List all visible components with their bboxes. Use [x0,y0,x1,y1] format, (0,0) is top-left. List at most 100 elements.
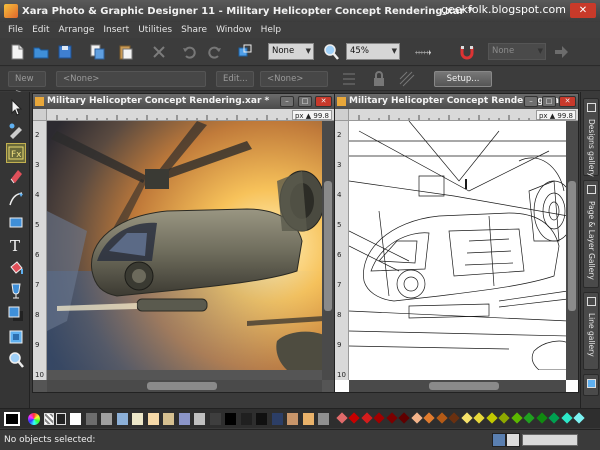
style-option-button-2[interactable] [370,70,388,88]
color-swatch[interactable] [318,413,329,425]
color-picker-icon[interactable] [28,413,40,425]
color-swatch[interactable] [163,413,174,425]
snap-status-icon[interactable] [492,433,506,447]
document-maximize-button[interactable]: □ [298,96,312,107]
render-canvas[interactable] [47,121,322,380]
shadow-tool[interactable] [7,305,25,323]
no-color-swatch[interactable] [44,413,54,425]
color-swatch[interactable] [548,412,560,424]
scroll-thumb[interactable] [568,181,576,311]
menu-help[interactable]: Help [261,25,282,35]
new-item-button[interactable]: New > [8,71,46,98]
pen-tool[interactable] [7,190,25,208]
designs-gallery-tab[interactable]: Designs gallery [583,98,599,177]
color-swatch[interactable] [435,412,448,424]
rectangle-tool[interactable] [7,213,25,231]
zoom-tool[interactable] [7,351,25,369]
color-swatch[interactable] [85,413,97,425]
document-minimize-button[interactable]: – [280,96,294,107]
paste-button[interactable] [116,43,134,61]
edit-style-button[interactable]: Edit... [216,71,254,87]
black-outline-swatch[interactable] [56,413,66,425]
document-close-button[interactable]: ✕ [315,96,332,107]
color-swatch[interactable] [385,412,398,424]
delete-button[interactable] [150,43,168,61]
new-document-button[interactable] [8,43,26,61]
transform-button[interactable] [236,43,254,61]
vertical-ruler[interactable]: 2 3 4 5 6 7 8 9 10 [335,121,349,380]
style-option-button-3[interactable] [398,70,416,88]
vertical-ruler[interactable]: 2 3 4 5 6 7 8 9 10 [33,121,47,380]
color-swatch[interactable] [510,412,523,424]
scroll-thumb[interactable] [147,382,217,390]
color-swatch[interactable] [460,412,473,424]
color-swatch[interactable] [423,412,435,424]
color-swatch[interactable] [287,413,298,425]
color-swatch[interactable] [70,413,81,425]
color-swatch[interactable] [373,412,385,424]
color-swatch[interactable] [485,412,498,424]
document-maximize-button[interactable]: □ [542,96,556,107]
color-swatch[interactable] [240,413,252,425]
save-button[interactable] [56,43,74,61]
color-swatch[interactable] [473,412,485,424]
menu-utilities[interactable]: Utilities [138,25,172,35]
fill-tool[interactable] [7,259,25,277]
color-swatch[interactable] [225,413,236,425]
open-button[interactable] [32,43,50,61]
menu-edit[interactable]: Edit [32,25,49,35]
horizontal-scrollbar[interactable] [47,380,322,392]
color-swatch[interactable] [271,413,283,425]
zoom-tool-button[interactable] [322,43,340,61]
wireframe-canvas[interactable] [349,121,566,380]
style-option-button-1[interactable] [340,70,358,88]
horizontal-ruler[interactable] [47,109,334,121]
menu-insert[interactable]: Insert [103,25,129,35]
color-swatch[interactable] [335,412,348,424]
current-fill-swatch[interactable] [4,412,20,426]
zoom-select[interactable]: 45% ▼ [346,43,400,60]
scroll-thumb[interactable] [429,382,499,390]
menu-window[interactable]: Window [216,25,252,35]
photo-tool[interactable]: Fx [6,143,26,163]
color-swatch[interactable] [498,412,510,424]
line-gallery-tab[interactable]: Line gallery [583,292,599,370]
color-swatch[interactable] [410,412,423,424]
vertical-scrollbar[interactable] [566,121,578,380]
color-swatch[interactable] [256,413,267,425]
page-layer-gallery-tab[interactable]: Page & Layer Gallery [583,180,599,288]
color-swatch[interactable] [560,412,573,424]
selector-tool[interactable] [7,98,25,116]
text-tool[interactable]: T [7,236,25,255]
color-swatch[interactable] [360,412,373,424]
color-swatch[interactable] [535,412,548,424]
color-swatch[interactable] [101,413,112,425]
snap-magnet-button[interactable] [458,43,476,61]
document-close-button[interactable]: ✕ [559,96,576,107]
color-swatch[interactable] [398,412,410,424]
undo-button[interactable] [180,43,198,61]
color-swatch[interactable] [573,412,585,424]
menu-share[interactable]: Share [181,25,207,35]
menu-file[interactable]: File [8,25,23,35]
color-swatch[interactable] [209,413,221,425]
zoom-slider[interactable] [414,43,446,61]
blend-tool[interactable] [7,328,25,346]
style-select-2[interactable]: <None> [260,71,328,87]
fill-gallery-tab[interactable] [583,374,599,396]
color-swatch[interactable] [194,413,205,425]
shape-editor-tool[interactable] [7,121,25,139]
color-swatch[interactable] [147,413,159,425]
scroll-thumb[interactable] [324,181,332,311]
color-swatch[interactable] [302,413,314,425]
color-swatch[interactable] [178,413,190,425]
next-button[interactable] [552,43,570,61]
right-select[interactable]: None ▼ [488,43,546,60]
style-select-1[interactable]: <None> [56,71,206,87]
transparency-tool[interactable] [7,282,25,300]
color-swatch[interactable] [348,412,360,424]
window-close-button[interactable]: ✕ [570,3,596,18]
copy-button[interactable] [88,43,106,61]
freehand-tool[interactable] [7,167,25,185]
refresh-status-icon[interactable] [506,433,520,447]
